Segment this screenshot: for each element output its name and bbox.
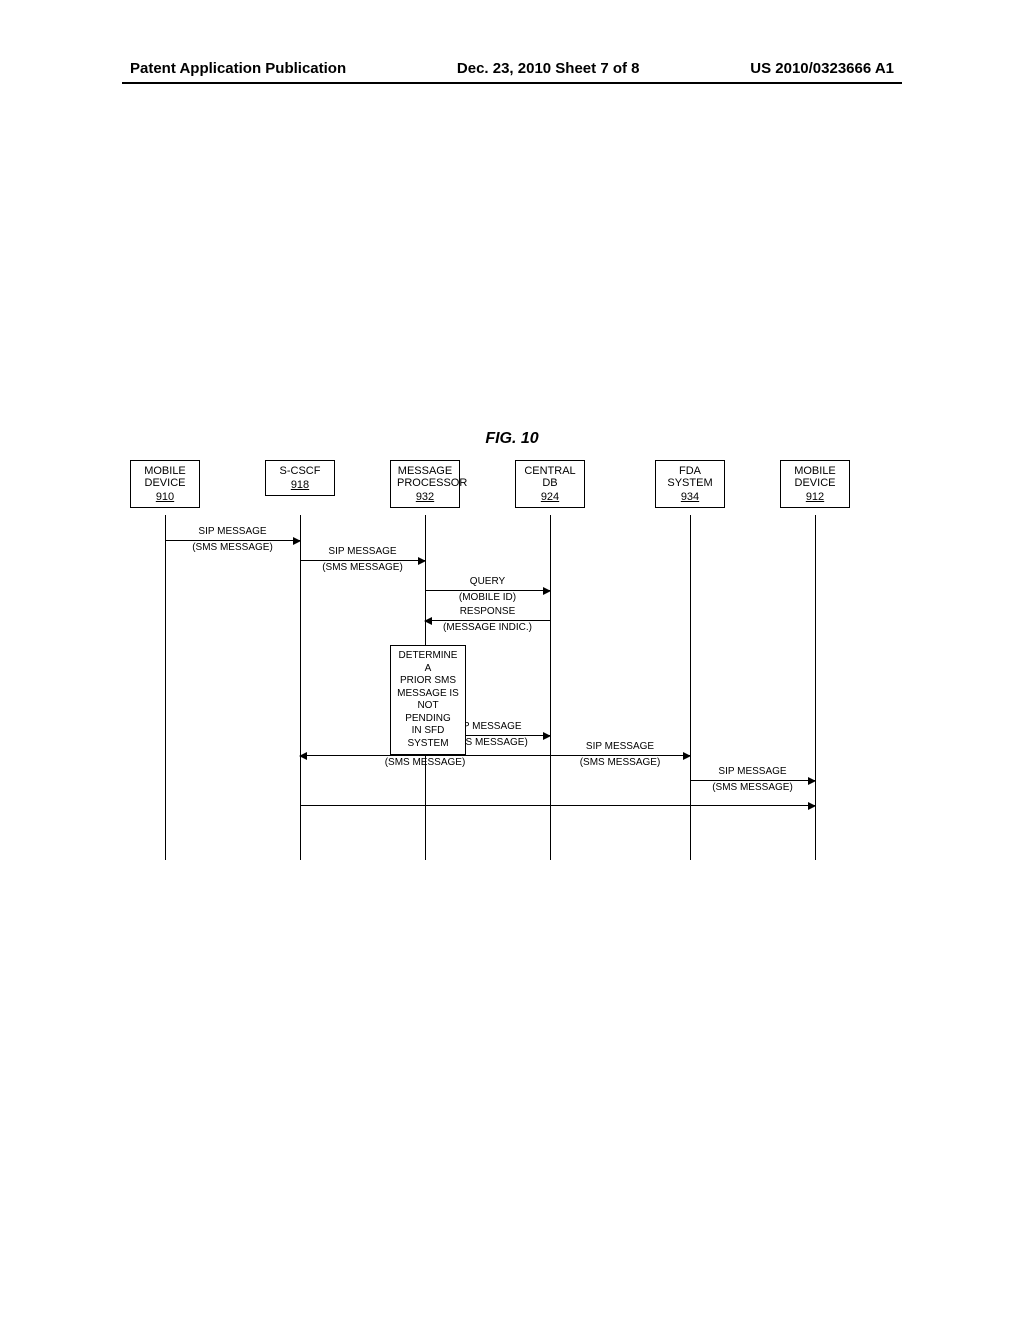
lifeline <box>550 515 551 860</box>
header-right: US 2010/0323666 A1 <box>750 60 894 77</box>
lifeline <box>165 515 166 860</box>
lane-header: MESSAGEPROCESSOR932 <box>390 460 460 508</box>
lane-header: FDASYSTEM934 <box>655 460 725 508</box>
header-center: Dec. 23, 2010 Sheet 7 of 8 <box>457 60 640 77</box>
lane-header: MOBILEDEVICE912 <box>780 460 850 508</box>
lane-header: MOBILEDEVICE910 <box>130 460 200 508</box>
header-left: Patent Application Publication <box>130 60 346 77</box>
figure-title: FIG. 10 <box>485 430 538 448</box>
header-rule <box>122 82 902 84</box>
process-box: DETERMINE APRIOR SMSMESSAGE ISNOT PENDIN… <box>390 645 466 755</box>
lane-header: S-CSCF918 <box>265 460 335 496</box>
lifeline <box>690 515 691 860</box>
lane-header: CENTRAL DB924 <box>515 460 585 508</box>
sequence-diagram: MOBILEDEVICE910 S-CSCF918 MESSAGEPROCESSOR… <box>130 460 880 860</box>
